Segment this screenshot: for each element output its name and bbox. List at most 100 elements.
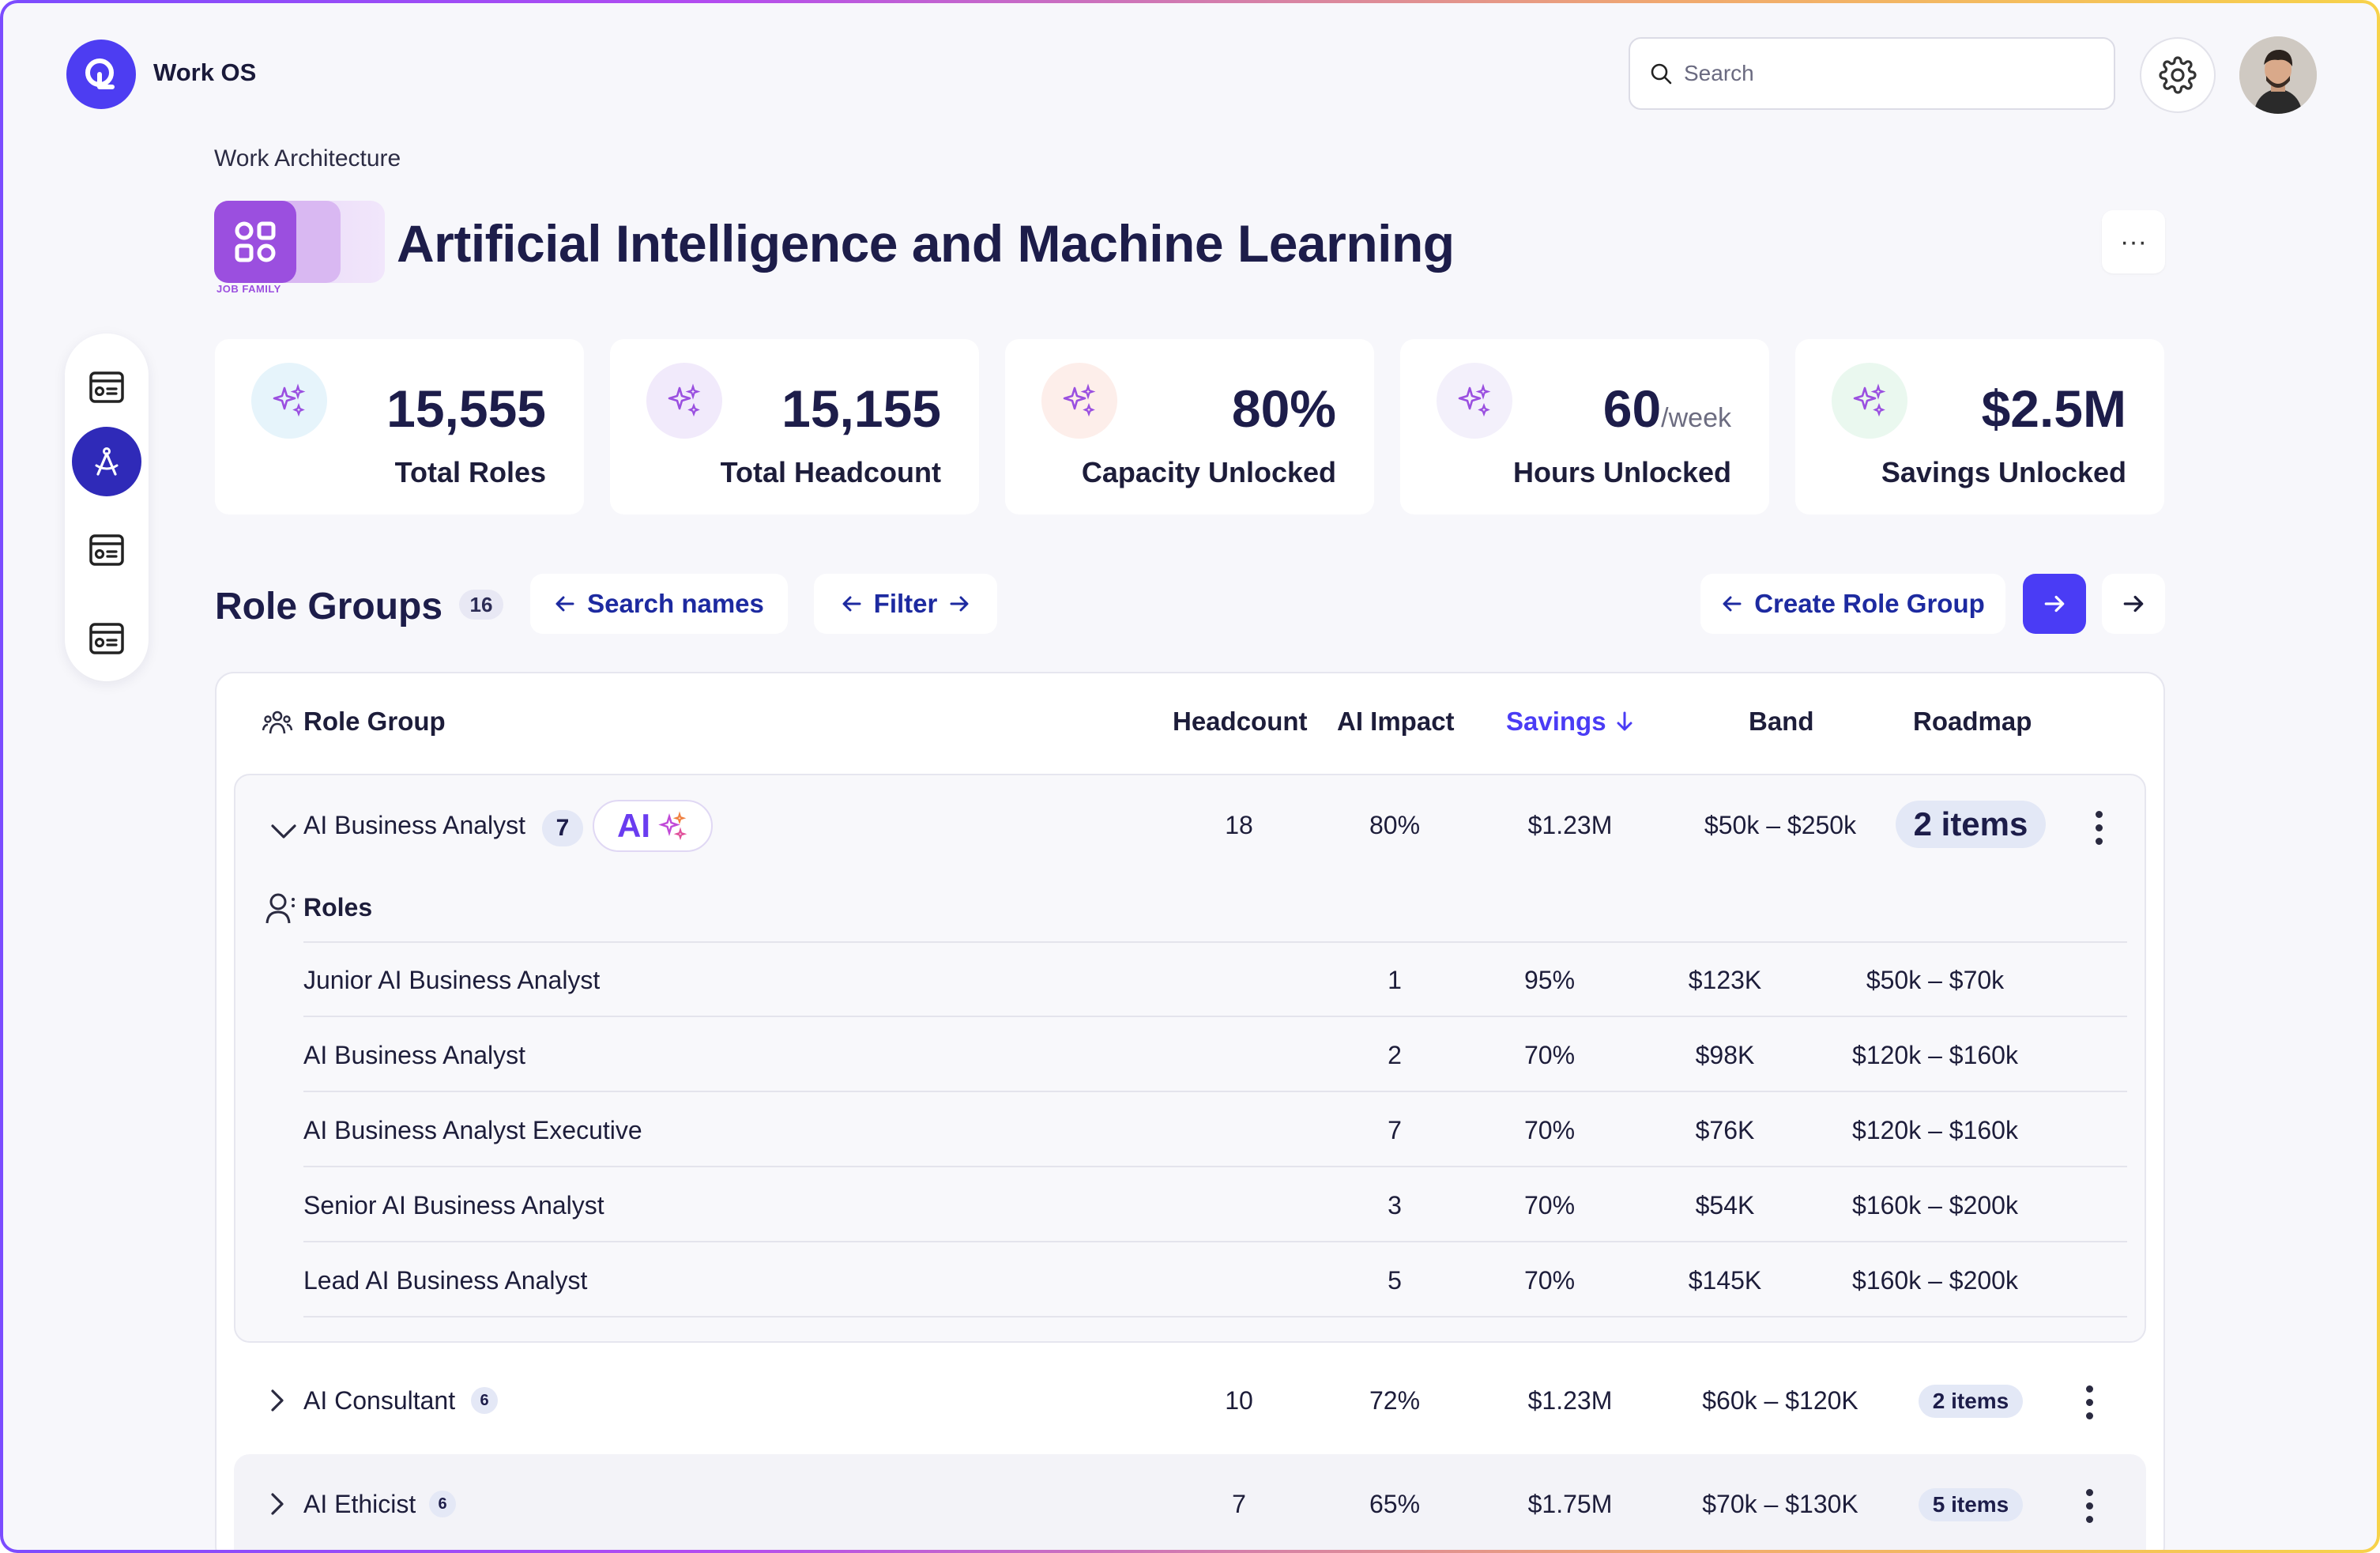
roadmap-items-badge[interactable]: 2 items (1919, 1385, 2023, 1418)
filter-button[interactable]: Filter (814, 574, 997, 634)
arrow-left-icon (555, 596, 574, 612)
divider (303, 1166, 2127, 1167)
search-names-button[interactable]: Search names (530, 574, 788, 634)
breadcrumb[interactable]: Work Architecture (214, 145, 401, 172)
roadmap-items-badge[interactable]: 5 items (1919, 1488, 2023, 1521)
role-ai-impact: 70% (1523, 1116, 1576, 1144)
app-logo[interactable] (66, 40, 136, 109)
role-ai-impact: 95% (1523, 966, 1576, 994)
column-header-band[interactable]: Band (1749, 707, 1814, 737)
stat-label: Total Headcount (720, 456, 941, 488)
chevron-right-icon[interactable] (265, 1386, 289, 1419)
role-group-count-badge: 16 (459, 590, 503, 620)
nav-item-dashboard[interactable] (72, 352, 141, 422)
user-icon (264, 890, 299, 929)
roadmap-items-badge[interactable]: 2 items (1896, 801, 2046, 848)
row-menu-icon[interactable] (2081, 1489, 2097, 1523)
divider (303, 1241, 2127, 1242)
arrow-left-icon (1723, 596, 1742, 612)
column-header-roadmap[interactable]: Roadmap (1913, 707, 2032, 737)
stat-value: 60/week (1603, 379, 1731, 439)
section-title: Role Groups (215, 586, 443, 628)
role-headcount: 3 (1388, 1191, 1402, 1219)
role-name[interactable]: Senior AI Business Analyst (303, 1191, 604, 1220)
role-group-count-chip: 7 (542, 810, 583, 846)
role-group-name[interactable]: AI Business Analyst (303, 811, 525, 840)
role-name[interactable]: Lead AI Business Analyst (303, 1266, 587, 1295)
arrow-right-icon (950, 596, 969, 612)
app-window: Work OS Search Work Architecture JOB FAM… (3, 3, 2377, 1550)
chevron-down-icon[interactable] (269, 816, 299, 850)
nav-item-architecture[interactable] (72, 427, 141, 496)
role-band: $50k – $70k (1866, 966, 2005, 994)
create-role-group-button[interactable]: Create Role Group (1700, 574, 2005, 634)
group-ai-impact: 65% (1369, 1490, 1421, 1518)
app-name: Work OS (153, 58, 257, 86)
stat-value-unit: /week (1661, 403, 1731, 433)
role-ai-impact: 70% (1523, 1191, 1576, 1219)
group-band: $50k – $250k (1704, 811, 1857, 839)
group-headcount: 10 (1225, 1386, 1253, 1415)
people-group-icon (261, 707, 294, 744)
role-group-name[interactable]: AI Consultant (303, 1386, 455, 1415)
sparkle-icon (251, 363, 327, 439)
arrow-right-icon (2123, 595, 2144, 613)
group-savings: $1.23M (1527, 811, 1613, 839)
sparkle-icon (1832, 363, 1907, 439)
search-placeholder: Search (1684, 61, 1754, 85)
column-header-headcount[interactable]: Headcount (1173, 707, 1308, 737)
role-savings: $123K (1688, 966, 1762, 994)
role-savings: $76K (1695, 1116, 1755, 1144)
chevron-right-icon[interactable] (265, 1490, 289, 1522)
job-family-badge (214, 201, 385, 283)
row-menu-icon[interactable] (2091, 811, 2107, 845)
search-names-label: Search names (587, 589, 764, 618)
column-header-savings-label: Savings (1506, 707, 1606, 736)
arrow-left-icon (842, 596, 861, 612)
job-family-label: JOB FAMILY (217, 283, 281, 295)
role-group-count-chip: 6 (471, 1387, 498, 1414)
group-band: $70k – $130K (1702, 1490, 1858, 1518)
column-header-role-group[interactable]: Role Group (303, 707, 446, 737)
role-group-name[interactable]: AI Ethicist (303, 1490, 416, 1519)
stat-label: Savings Unlocked (1881, 456, 2126, 488)
sort-down-arrow-icon (1617, 711, 1632, 731)
role-headcount: 2 (1388, 1041, 1402, 1069)
role-band: $160k – $200k (1852, 1266, 2018, 1295)
group-ai-impact: 80% (1369, 811, 1421, 839)
id-card-icon (89, 534, 124, 566)
nav-item-people[interactable] (72, 604, 141, 673)
divider (303, 941, 2127, 943)
id-card-icon (89, 623, 124, 654)
group-headcount: 7 (1232, 1490, 1246, 1518)
primary-next-button[interactable] (2023, 574, 2086, 634)
nav-item-roles[interactable] (72, 515, 141, 585)
role-group-count-chip: 6 (429, 1491, 456, 1517)
group-savings: $1.75M (1527, 1490, 1613, 1518)
compass-icon (95, 447, 119, 476)
gear-icon (2159, 56, 2197, 94)
stat-value: 15,155 (781, 379, 941, 438)
role-ai-impact: 70% (1523, 1266, 1576, 1295)
settings-button[interactable] (2140, 37, 2216, 113)
id-card-icon (89, 371, 124, 403)
sparkle-icon (1041, 363, 1117, 439)
role-name[interactable]: Junior AI Business Analyst (303, 966, 600, 995)
role-name[interactable]: AI Business Analyst Executive (303, 1116, 642, 1145)
role-name[interactable]: AI Business Analyst (303, 1041, 525, 1070)
group-savings: $1.23M (1527, 1386, 1613, 1415)
table-row-highlight (234, 1454, 2146, 1550)
column-header-ai-impact[interactable]: AI Impact (1337, 707, 1455, 737)
search-input[interactable]: Search (1629, 37, 2115, 110)
row-menu-icon[interactable] (2081, 1385, 2097, 1419)
stat-value: $2.5M (1981, 379, 2126, 438)
column-header-savings[interactable]: Savings (1506, 707, 1635, 737)
role-ai-impact: 70% (1523, 1041, 1576, 1069)
group-ai-impact: 72% (1369, 1386, 1421, 1415)
role-headcount: 7 (1388, 1116, 1402, 1144)
user-avatar[interactable] (2239, 36, 2317, 114)
next-button[interactable] (2102, 574, 2165, 634)
stat-label: Total Roles (394, 456, 546, 488)
divider (303, 1316, 2127, 1317)
more-options-button[interactable]: ··· (2102, 210, 2165, 273)
